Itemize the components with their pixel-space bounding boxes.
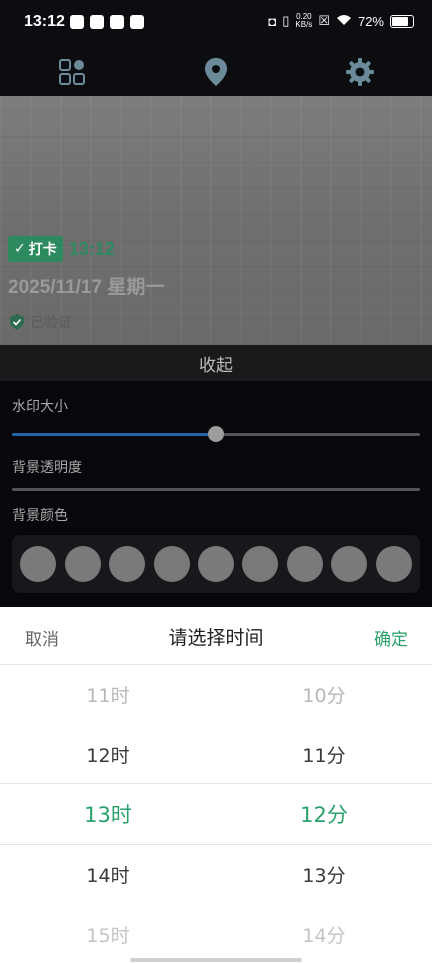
gear-icon[interactable] [344,56,376,88]
media-notification-icon [110,15,124,29]
size-slider-fill [12,433,216,436]
notification-icons [70,15,144,29]
picker-header: 取消 请选择时间 确定 [0,607,432,665]
color-label: 背景颜色 [12,508,68,524]
color-swatch[interactable] [197,546,234,582]
hour-option[interactable]: 12时 [0,724,216,784]
color-swatch[interactable] [242,546,279,582]
status-bar: 13:12 ◘ ▯ 0.20 KB/s ☒ 72% [0,0,432,48]
app2-notification-icon [130,15,144,29]
opacity-slider[interactable] [12,488,420,491]
size-slider-thumb[interactable] [208,426,224,442]
battery-icon [390,14,414,28]
color-swatch[interactable] [109,546,146,582]
status-right: ◘ ▯ 0.20 KB/s ☒ 72% [268,13,414,29]
color-swatch[interactable] [375,546,412,582]
color-swatch[interactable] [331,546,368,582]
preview-background [0,96,432,345]
color-swatch[interactable] [153,546,190,582]
wifi-icon [336,14,352,29]
color-swatch-list [12,535,420,593]
hour-option[interactable]: 14时 [0,844,216,904]
camera-icon: ◘ [268,13,277,29]
mail-notification-icon [90,15,104,29]
size-slider[interactable] [12,426,420,442]
hour-option[interactable]: 15时 [0,904,216,964]
net-speed: 0.20 KB/s [295,13,312,29]
hour-option[interactable]: 11时 [0,664,216,724]
photo-preview: ✓ 打卡 13:12 2025/11/17 星期一 已验证 [0,96,432,345]
minute-option[interactable]: 14分 [216,904,432,964]
hour-option-selected[interactable]: 13时 [0,784,216,844]
verified-row: 已验证 [10,312,72,332]
top-nav [0,48,432,96]
no-sim-icon: ☒ [318,13,330,28]
color-swatch[interactable] [64,546,101,582]
opacity-label: 背景透明度 [12,460,82,476]
home-indicator[interactable] [130,958,302,962]
picker-title: 请选择时间 [168,627,264,649]
time-picker-sheet: 取消 请选择时间 确定 11时 12时 13时 14时 15时 10分 11分 … [0,607,432,964]
hour-wheel[interactable]: 11时 12时 13时 14时 15时 [0,664,216,964]
watermark-time: 13:12 [68,238,115,259]
check-icon: ✓ [14,241,26,257]
battery-percent: 72% [357,13,384,29]
color-swatch[interactable] [20,546,57,582]
grid-apps-icon[interactable] [56,56,88,88]
confirm-button[interactable]: 确定 [374,625,408,650]
watermark-date: 2025/11/17 星期一 [8,277,165,298]
location-pin-icon[interactable] [200,56,232,88]
watermark-header: ✓ 打卡 13:12 [8,236,115,262]
color-swatch[interactable] [286,546,323,582]
size-label: 水印大小 [12,399,68,415]
punch-label: 打卡 [28,242,57,258]
minute-option[interactable]: 13分 [216,844,432,904]
minute-option-selected[interactable]: 12分 [216,784,432,844]
watermark-settings: 水印大小 背景透明度 背景颜色 [0,381,432,607]
status-time: 13:12 [24,13,65,30]
minute-option[interactable]: 11分 [216,724,432,784]
punch-badge: ✓ 打卡 [8,236,63,262]
collapse-button[interactable]: 收起 [0,345,432,381]
shield-check-icon [10,314,24,330]
verified-label: 已验证 [30,315,72,331]
minute-option[interactable]: 10分 [216,664,432,724]
vibrate-icon: ▯ [282,13,290,28]
minute-wheel[interactable]: 10分 11分 12分 13分 14分 [216,664,432,964]
net-speed-unit: KB/s [295,20,313,29]
app-notification-icon [70,15,84,29]
